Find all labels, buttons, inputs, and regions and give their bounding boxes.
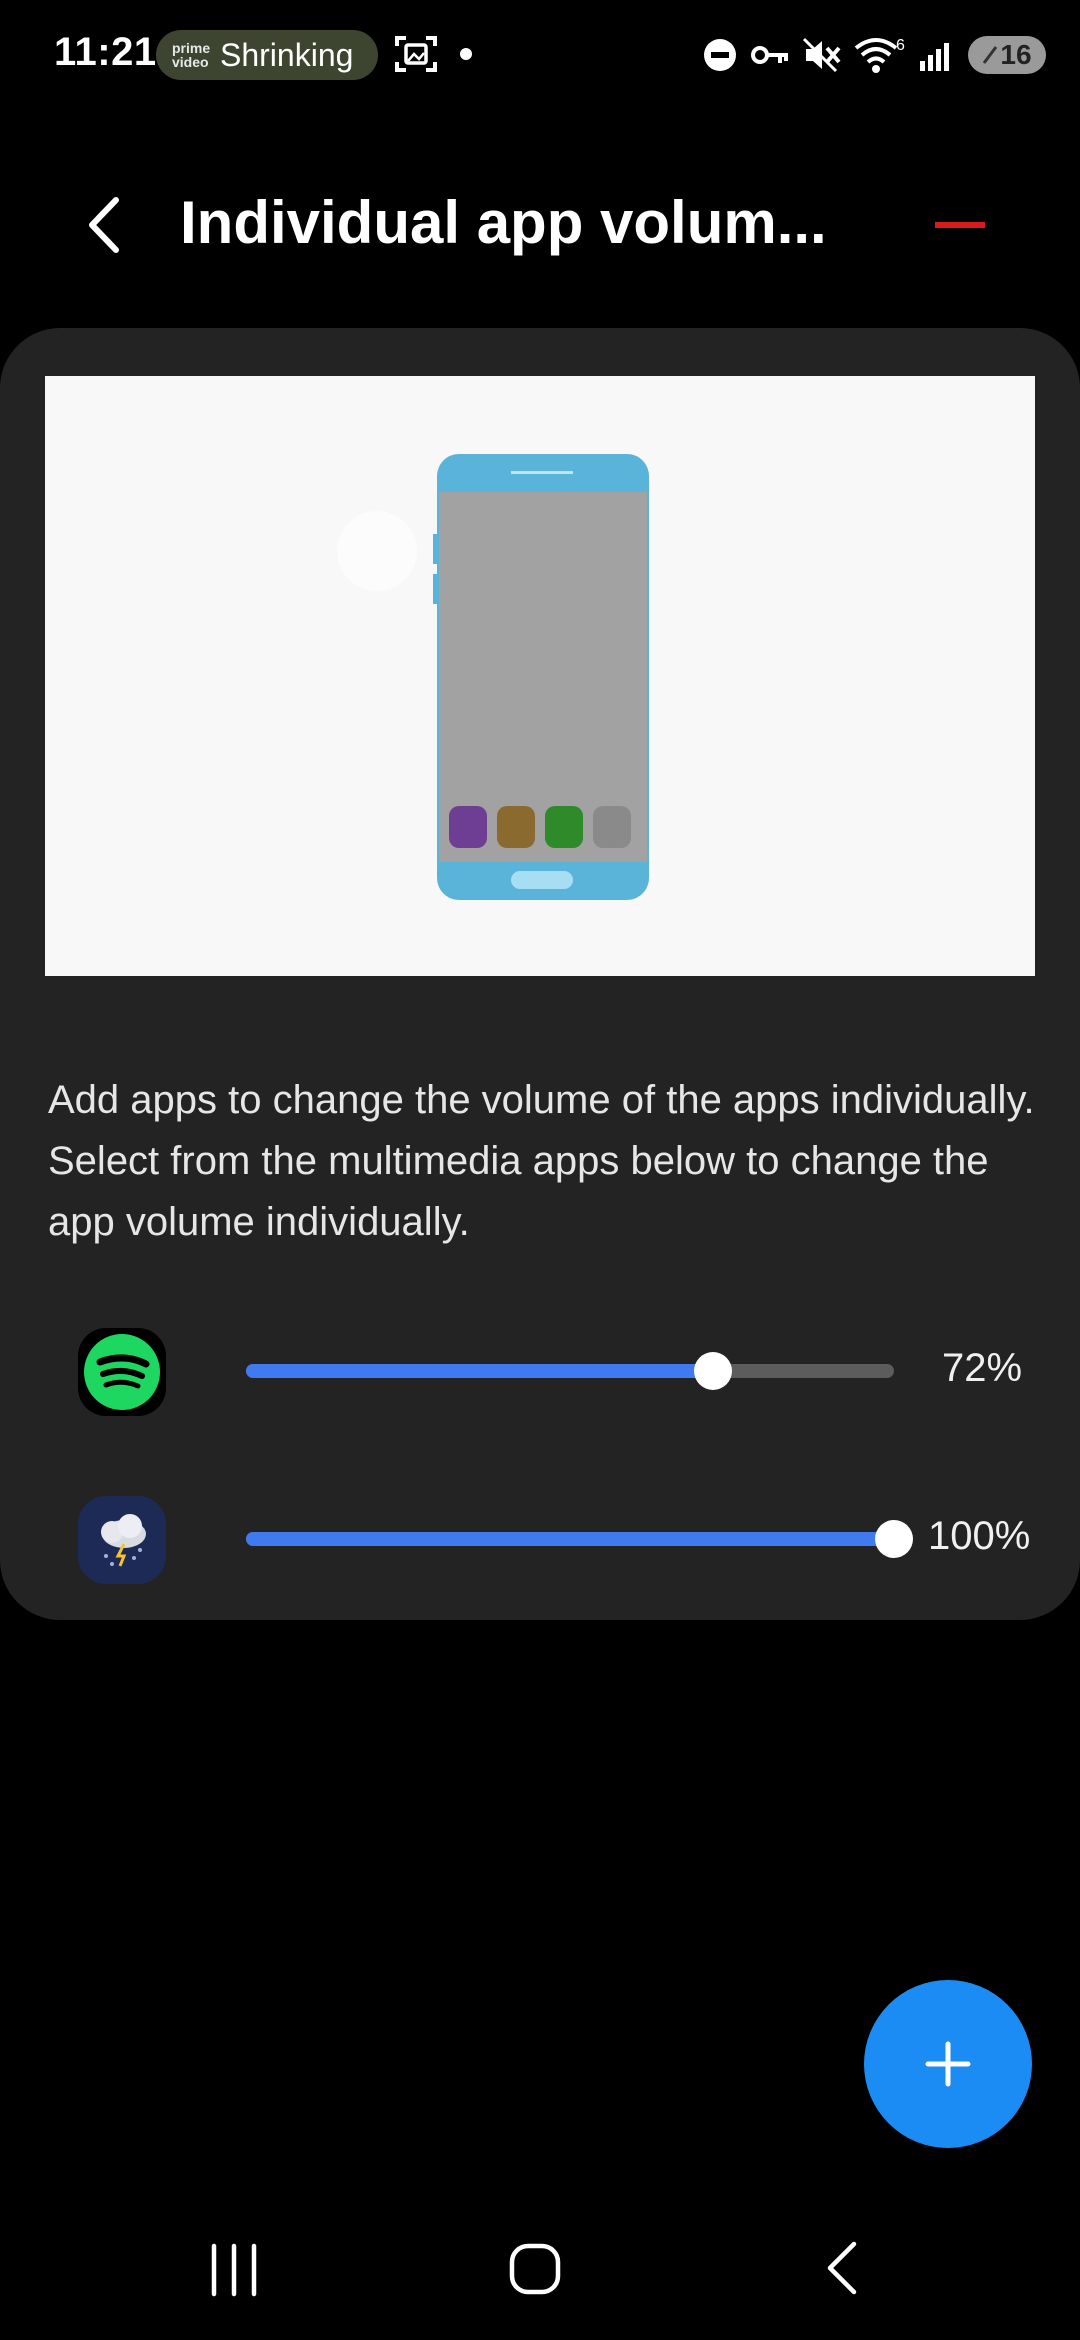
do-not-disturb-icon (704, 39, 736, 71)
phone-illustration (45, 376, 1035, 976)
status-time: 11:21 (54, 30, 157, 74)
status-bar: 11:21 prime video Shrinking 6 16 (0, 0, 1080, 110)
battery-indicator: 16 (968, 36, 1046, 74)
notification-dot (460, 48, 472, 60)
vpn-key-icon (751, 46, 788, 64)
battery-level: 16 (1000, 39, 1032, 70)
slider-thumb[interactable] (694, 1352, 732, 1390)
plus-icon (925, 2041, 971, 2087)
home-button[interactable] (508, 2238, 564, 2298)
volume-card: Add apps to change the volume of the app… (0, 328, 1080, 1620)
wifi-icon: 6 (854, 37, 905, 73)
now-playing-title: Shrinking (220, 36, 354, 73)
volume-slider-spotify[interactable] (246, 1352, 894, 1390)
screen-capture-icon (395, 36, 437, 72)
app-volume-row: 100% (0, 1496, 1080, 1586)
now-playing-chip[interactable]: prime video Shrinking (156, 30, 378, 80)
status-icons: 6 16 (702, 30, 1046, 80)
slider-thumb[interactable] (875, 1520, 913, 1558)
app-volume-row: 72% (0, 1328, 1080, 1418)
volume-slider-weather[interactable] (246, 1520, 913, 1558)
volume-percent: 72% (942, 1346, 1023, 1390)
volume-percent: 100% (928, 1514, 1031, 1558)
nav-back-button[interactable] (820, 2236, 864, 2300)
spotify-icon (78, 1328, 166, 1416)
back-button[interactable] (76, 190, 136, 260)
recent-apps-button[interactable] (206, 2240, 262, 2300)
signal-icon (920, 43, 949, 71)
weather-icon (78, 1496, 166, 1584)
add-app-button[interactable] (864, 1980, 1032, 2148)
slider-fill (246, 1532, 894, 1546)
mute-icon (802, 37, 841, 73)
description-text: Add apps to change the volume of the app… (48, 1078, 1035, 1244)
battery-saver-icon (983, 46, 998, 64)
slider-fill (246, 1364, 713, 1378)
prime-video-logo: prime video (172, 40, 211, 70)
app-header: Individual app volum... (0, 170, 1080, 280)
system-navigation-bar (0, 2200, 1080, 2340)
header-accent-bar (935, 222, 985, 228)
svg-text:6: 6 (896, 37, 905, 54)
page-title: Individual app volum... (180, 189, 827, 256)
